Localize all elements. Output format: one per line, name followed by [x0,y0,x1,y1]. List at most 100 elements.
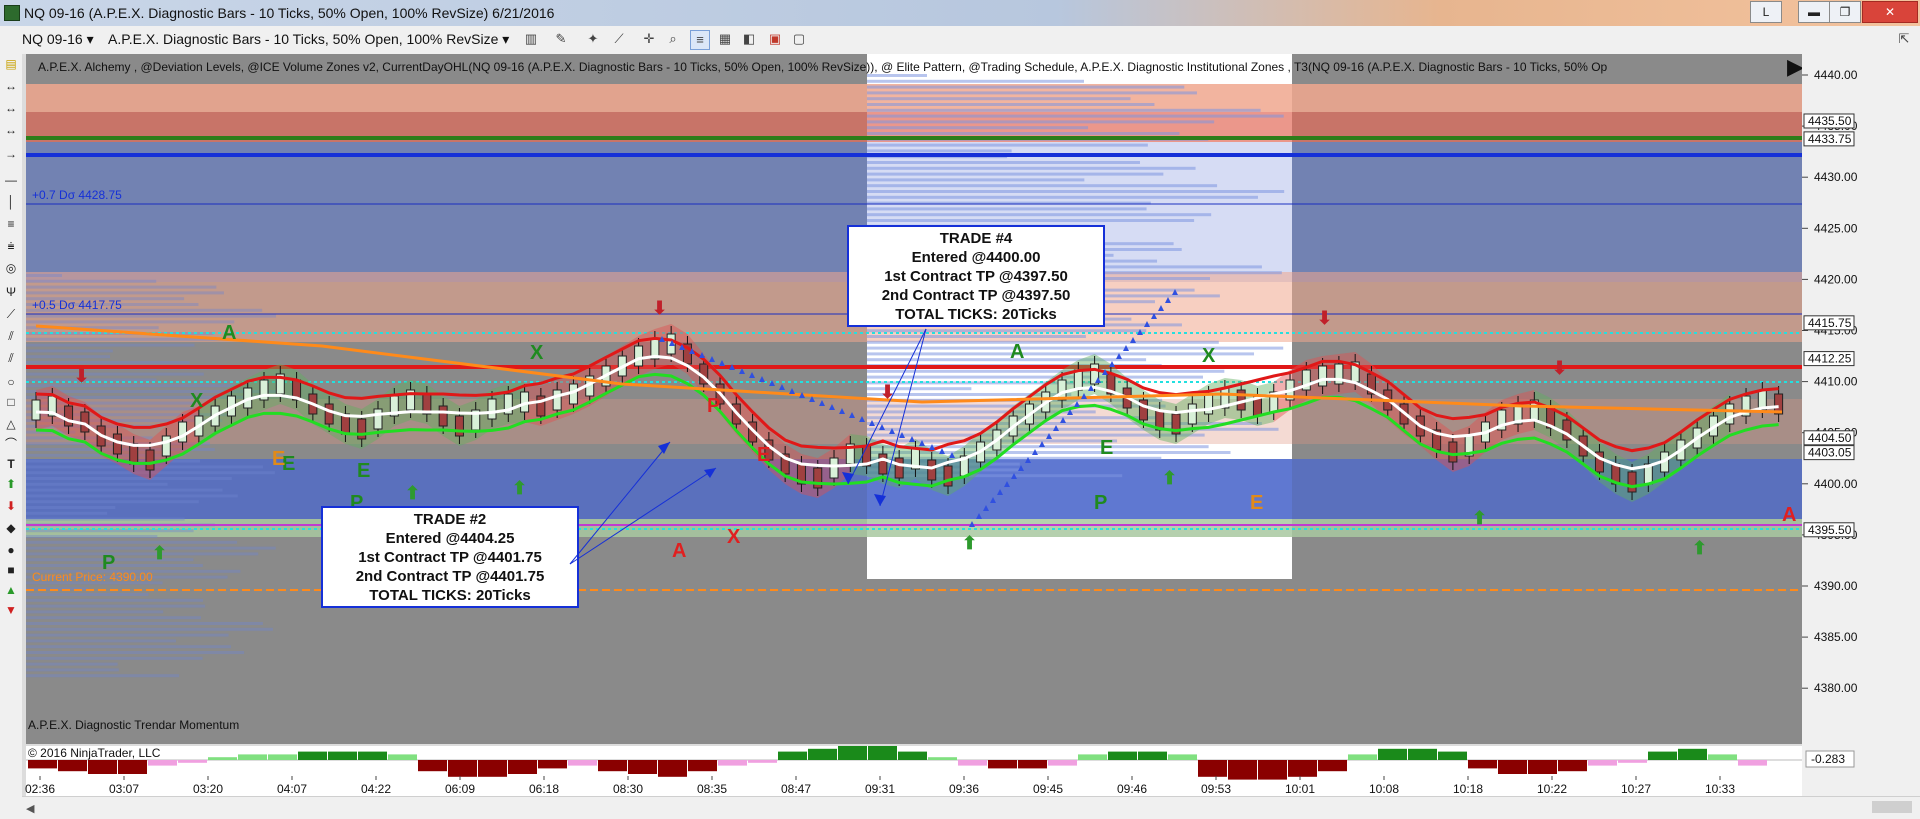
candle-body [487,398,497,420]
candle-body [1627,471,1637,493]
arc-icon[interactable]: ⌒ [3,436,19,452]
candle-body [64,405,74,427]
window-linking-icon[interactable]: ▢ [790,30,808,48]
ellipse-icon[interactable]: ○ [3,374,19,390]
momentum-bar [1468,760,1497,769]
bar-style-icon[interactable]: ▥ [522,30,540,48]
rectangle-icon[interactable]: □ [3,394,19,410]
ruler-icon[interactable]: ⟋ [610,30,628,48]
time-tick-label: 08:35 [697,782,727,796]
buy-arrow-icon: ⬆ [1162,468,1177,488]
arrow-line-icon[interactable]: → [3,146,19,162]
price-marker-label: 4395.50 [1808,523,1852,537]
momentum-bar [88,760,117,774]
strategies-icon[interactable]: ◧ [740,30,758,48]
triangle-down-icon[interactable]: ▼ [3,602,19,618]
regression-channel-icon[interactable]: ⫽ [3,328,19,344]
text-icon[interactable]: T [3,456,19,472]
pattern-letter: X [190,390,204,412]
pencil-icon[interactable]: ✎ [552,30,570,48]
triangle-icon[interactable]: △ [3,416,19,432]
gann-fan-icon[interactable]: ⟋ [3,306,19,322]
momentum-bar [1348,754,1377,760]
properties-icon[interactable]: ≡ [690,30,710,50]
diamond-icon[interactable]: ◆ [3,520,19,536]
bar-type-dropdown[interactable]: A.P.E.X. Diagnostic Bars - 10 Ticks, 50%… [108,31,509,48]
pattern-letter: E [1250,492,1263,514]
momentum-bar [1288,760,1317,777]
candle-body [145,449,155,471]
momentum-bar [898,751,927,760]
horizontal-ray-icon[interactable]: ↔ [3,100,19,116]
trade-4-line: 1st Contract TP @4397.50 [884,268,1068,285]
fib-extension-icon[interactable]: ⩧ [3,238,19,254]
pattern-letter: A [1782,504,1796,526]
extended-line-icon[interactable]: ↔ [3,122,19,138]
instrument-dropdown[interactable]: NQ 09-16 ▾ [22,31,94,48]
parallel-lines-icon[interactable]: ⫽ [3,350,19,366]
price-marker-label: 4412.25 [1808,352,1852,366]
candle-body [634,345,644,367]
trade-4-line: Entered @4400.00 [912,249,1041,266]
alerts-icon[interactable]: ▣ [766,30,784,48]
candle-body [357,418,367,440]
price-tick-label: 4390.00 [1814,579,1858,593]
pattern-letter: A [222,322,236,344]
triangle-up-icon[interactable]: ▲ [3,582,19,598]
scroll-left-icon[interactable]: ◀ [26,802,34,815]
link-button[interactable]: L [1750,1,1782,23]
expand-icon[interactable]: ⇱ [1895,30,1913,48]
candle-body [1448,441,1458,463]
momentum-bar [1708,754,1737,760]
horizontal-line-icon[interactable]: — [3,172,19,188]
pattern-letter: P [707,395,720,417]
momentum-bar [148,760,177,766]
momentum-bar [1558,760,1587,772]
time-tick-label: 03:07 [109,782,139,796]
vertical-line-icon[interactable]: │ [3,194,19,210]
sell-arrow-icon: ⬇ [74,366,89,386]
indicator-label: A.P.E.X. Alchemy , @Deviation Levels, @I… [38,60,1608,74]
momentum-bar [1018,760,1047,769]
pattern-letter: A [1010,341,1024,363]
price-chart[interactable]: AXXEEPPEAPEXAEPXEA⬆⬆⬆⬆⬆⬆⬆⬇⬇⬇⬇⬇⬇ A.P.E.X.… [22,54,1920,796]
data-box-icon[interactable]: ▦ [716,30,734,48]
time-tick-label: 09:45 [1033,782,1063,796]
fib-retracement-icon[interactable]: ≡ [3,216,19,232]
fib-circle-icon[interactable]: ◎ [3,260,19,276]
arrow-up-icon[interactable]: ⬆ [3,476,19,492]
momentum-bar [418,760,447,772]
buy-arrow-icon: ⬆ [512,478,527,498]
momentum-bar [1408,748,1437,760]
minimize-button[interactable]: ▬ [1798,1,1830,23]
time-tick-label: 09:31 [865,782,895,796]
pattern-letter: X [1202,345,1216,367]
arrow-down-icon[interactable]: ⬇ [3,498,19,514]
zoom-icon[interactable]: ⌕ [664,30,682,48]
square-icon[interactable]: ■ [3,562,19,578]
crosshair-icon[interactable]: ✛ [640,30,658,48]
price-tick-label: 4410.00 [1814,375,1858,389]
restore-button[interactable]: ❐ [1829,1,1861,23]
pattern-letter: E [272,448,285,470]
note-icon[interactable]: ▤ [3,56,19,72]
line-arrow-icon[interactable]: ↔ [3,78,19,94]
momentum-bar [268,754,297,760]
horizontal-scrollbar[interactable]: ◀ [22,796,1920,819]
window-title: NQ 09-16 (A.P.E.X. Diagnostic Bars - 10 … [24,5,555,21]
dot-icon[interactable]: ● [3,542,19,558]
momentum-bar [1588,760,1617,766]
time-tick-label: 10:33 [1705,782,1735,796]
sell-arrow-icon: ⬇ [1552,358,1567,378]
momentum-bar [778,751,807,760]
magic-wand-icon[interactable]: ✦ [584,30,602,48]
sub-panel-label: A.P.E.X. Diagnostic Trendar Momentum [28,718,239,732]
price-tick-label: 4400.00 [1814,477,1858,491]
scroll-thumb[interactable] [1872,801,1912,813]
andrews-pitchfork-icon[interactable]: Ψ [3,284,19,300]
candle-body [829,457,839,479]
momentum-bar [1078,754,1107,760]
deviation-label-2: +0.5 Dσ 4417.75 [32,298,122,312]
close-button[interactable]: ✕ [1862,1,1918,23]
candle-body [894,457,904,479]
